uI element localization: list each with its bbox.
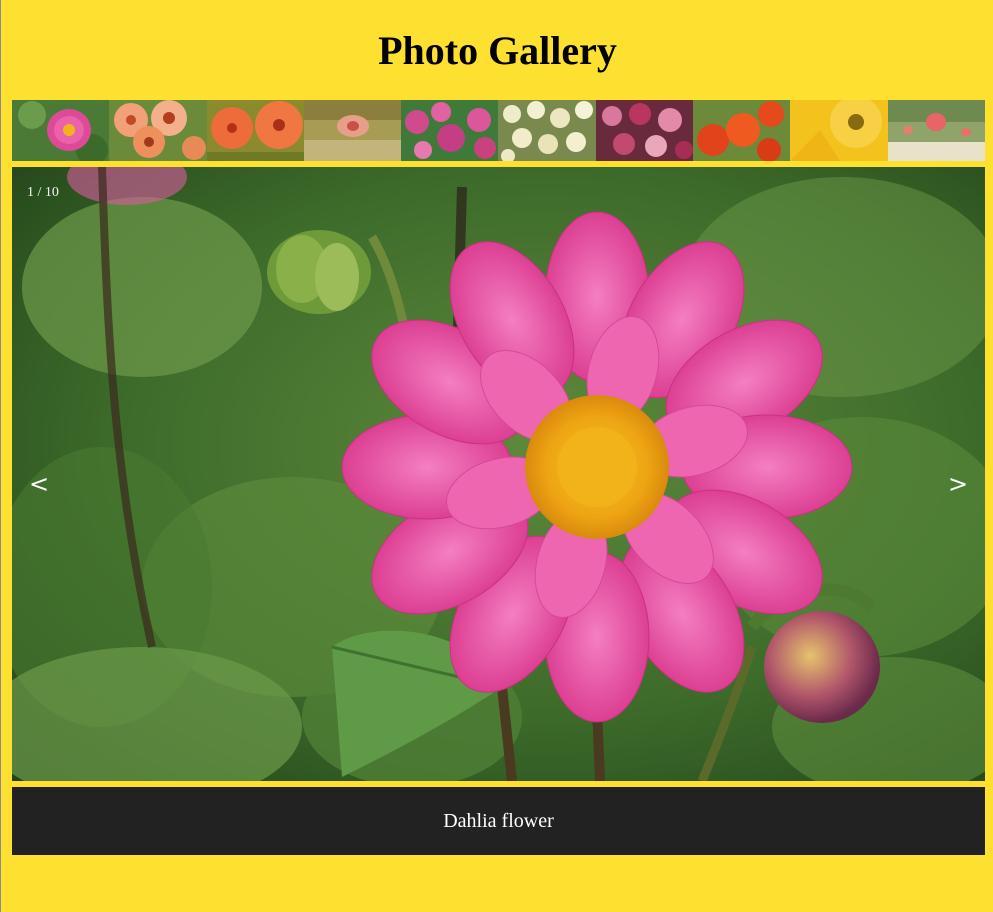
next-button[interactable]: >: [943, 469, 973, 499]
main-photo-viewer: 1 / 10 < >: [12, 167, 985, 781]
thumbnail-6[interactable]: [498, 100, 596, 161]
slide-counter: 1 / 10: [27, 185, 59, 200]
prev-button[interactable]: <: [24, 469, 54, 499]
thumbnail-4[interactable]: [303, 100, 402, 161]
thumbnail-9[interactable]: [790, 100, 888, 161]
caption-bar: Dahlia flower: [12, 787, 985, 855]
thumbnail-strip: [12, 100, 985, 161]
thumbnail-10[interactable]: [887, 100, 985, 161]
thumbnail-1[interactable]: [12, 100, 110, 161]
thumbnail-2[interactable]: [109, 100, 207, 161]
dahlia-photo: [12, 167, 985, 781]
thumbnail-8[interactable]: [693, 100, 791, 161]
photo-caption: Dahlia flower: [443, 809, 554, 832]
page-title: Photo Gallery: [378, 28, 617, 73]
thumbnail-7[interactable]: [595, 100, 694, 161]
thumbnail-3[interactable]: [206, 100, 304, 161]
thumbnail-5[interactable]: [401, 100, 499, 161]
